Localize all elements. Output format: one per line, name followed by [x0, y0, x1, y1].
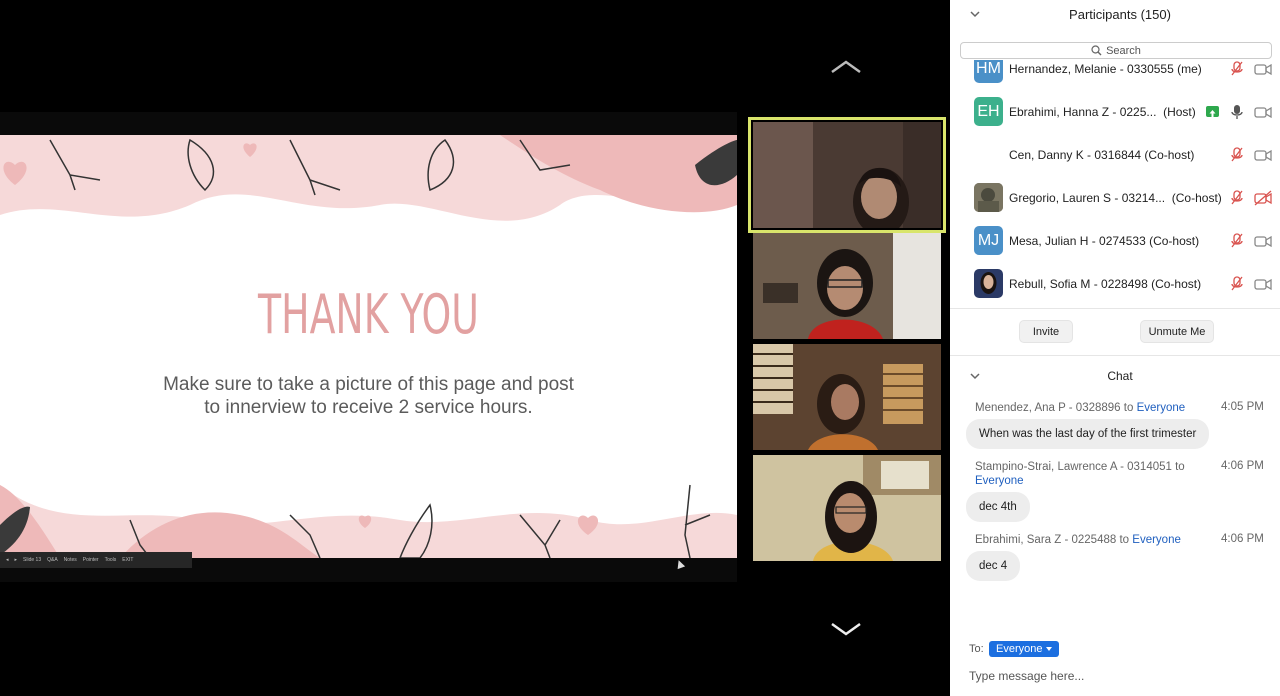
slide-body-line2: to innerview to receive 2 service hours. [204, 397, 533, 418]
avatar: MJ [974, 226, 1003, 255]
chat-to: to [1175, 461, 1185, 473]
slide-body-line1: Make sure to take a picture of this page… [163, 374, 574, 395]
toolbar-pointer[interactable]: Pointer [83, 557, 99, 563]
participant-role: (Host) [1163, 105, 1196, 119]
chat-to-label: To: [969, 643, 984, 655]
scroll-up-chevron-icon[interactable] [830, 58, 862, 76]
invite-button[interactable]: Invite [1019, 320, 1073, 343]
toolbar-tools[interactable]: Tools [105, 557, 117, 563]
participant-name-text: Gregorio, Lauren S - 03214... [1009, 191, 1166, 205]
participant-row[interactable]: Rebull, Sofia M - 0228498 (Co-host) [950, 264, 1280, 304]
mic-muted-icon[interactable] [1230, 276, 1244, 292]
avatar [974, 269, 1003, 298]
chat-title: Chat [1107, 369, 1133, 383]
avatar [974, 183, 1003, 212]
chat-message-bubble: When was the last day of the first trime… [966, 419, 1210, 449]
camera-icon[interactable] [1254, 276, 1272, 292]
camera-icon[interactable] [1254, 61, 1272, 77]
toolbar-qa[interactable]: Q&A [47, 557, 58, 563]
mic-muted-icon[interactable] [1230, 61, 1244, 77]
participants-header: Participants (150) [950, 0, 1280, 30]
divider [950, 355, 1280, 356]
video-thumbnail-3[interactable] [753, 344, 941, 450]
divider [950, 308, 1280, 309]
presentation-slide: Thank you Make sure to take a picture of… [0, 135, 737, 558]
search-icon [1091, 45, 1102, 56]
mic-muted-icon[interactable] [1230, 147, 1244, 163]
camera-icon[interactable] [1254, 233, 1272, 249]
participant-name: Hernandez, Melanie - 0330555 (me) [1009, 62, 1202, 76]
scroll-down-chevron-icon[interactable] [830, 620, 862, 638]
toolbar-slide[interactable]: Slide 13 [23, 557, 41, 563]
participant-video-3 [753, 344, 941, 450]
chat-recipient[interactable]: Everyone [1132, 534, 1181, 546]
chat-sender: Ebrahimi, Sara Z - 0225488 [975, 534, 1117, 546]
chat-time: 4:05 PM [1221, 401, 1264, 413]
chat-message-meta: Stampino-Strai, Lawrence A - 0314051 to … [975, 460, 1195, 488]
chat-message-bubble: dec 4 [966, 551, 1021, 581]
chat-recipient-value: Everyone [996, 643, 1043, 655]
video-thumbnail-2[interactable] [753, 233, 941, 339]
participant-name: Cen, Danny K - 0316844 (Co-host) [1009, 148, 1195, 162]
mic-muted-icon[interactable] [1230, 190, 1244, 206]
participants-list: HM Hernandez, Melanie - 0330555 (me) EH … [950, 60, 1280, 308]
chat-time: 4:06 PM [1221, 533, 1264, 545]
participant-name: Ebrahimi, Hanna Z - 0225... (Host) [1009, 105, 1196, 119]
participant-row[interactable]: MJ Mesa, Julian H - 0274533 (Co-host) [950, 221, 1280, 261]
toolbar-next-icon[interactable]: ▸ [15, 557, 18, 563]
mic-icon[interactable] [1230, 104, 1244, 120]
video-thumbnail-1[interactable] [748, 117, 946, 233]
participant-name-text: Ebrahimi, Hanna Z - 0225... [1009, 105, 1157, 119]
chat-recipient-dropdown[interactable]: Everyone [989, 641, 1060, 657]
unmute-me-button[interactable]: Unmute Me [1140, 320, 1214, 343]
participants-search-input[interactable]: Search [960, 42, 1272, 59]
camera-off-icon[interactable] [1254, 190, 1272, 206]
slide-body: Make sure to take a picture of this page… [0, 373, 737, 419]
toolbar-prev-icon[interactable]: ◂ [6, 557, 9, 563]
participant-video-4 [753, 455, 941, 561]
participant-name: Gregorio, Lauren S - 03214... (Co-host) [1009, 191, 1222, 205]
participant-row[interactable]: EH Ebrahimi, Hanna Z - 0225... (Host) [950, 92, 1280, 132]
chat-message-bubble: dec 4th [966, 492, 1030, 522]
participant-name: Rebull, Sofia M - 0228498 (Co-host) [1009, 277, 1202, 291]
chat-sender: Stampino-Strai, Lawrence A - 0314051 [975, 461, 1172, 473]
chat-message-meta: Menendez, Ana P - 0328896 to Everyone [975, 401, 1195, 415]
chat-to: to [1123, 402, 1134, 414]
slide-title-wrap: Thank you [0, 280, 737, 350]
participant-video-1 [753, 122, 941, 228]
participant-row[interactable]: Gregorio, Lauren S - 03214... (Co-host) [950, 178, 1280, 218]
participant-video-2 [753, 233, 941, 339]
toolbar-exit[interactable]: EXIT [122, 557, 133, 563]
dropdown-caret-icon [1046, 647, 1053, 651]
mic-muted-icon[interactable] [1230, 233, 1244, 249]
participant-role: (Co-host) [1171, 191, 1222, 205]
camera-icon[interactable] [1254, 104, 1272, 120]
video-thumbnail-4[interactable] [753, 455, 941, 561]
video-area: Thank you Make sure to take a picture of… [0, 0, 950, 696]
chat-time: 4:06 PM [1221, 460, 1264, 472]
participant-row[interactable]: HM Hernandez, Melanie - 0330555 (me) [950, 60, 1280, 89]
chat-sender: Menendez, Ana P - 0328896 [975, 402, 1121, 414]
side-panel: Participants (150) Search HM Hernandez, … [950, 0, 1280, 696]
slide-title: Thank you [258, 283, 479, 346]
participant-row[interactable]: Cen, Danny K - 0316844 (Co-host) [950, 135, 1280, 175]
participants-title: Participants (150) [1069, 7, 1171, 22]
chat-to: to [1119, 534, 1130, 546]
avatar: EH [974, 97, 1003, 126]
chat-recipient[interactable]: Everyone [975, 475, 1024, 487]
chat-recipient[interactable]: Everyone [1137, 402, 1186, 414]
presenter-toolbar[interactable]: ◂ ▸ Slide 13 Q&A Notes Pointer Tools EXI… [0, 552, 192, 568]
camera-icon[interactable] [1254, 147, 1272, 163]
chat-message-input[interactable] [967, 664, 1271, 688]
screen-share-icon [1206, 106, 1219, 117]
search-placeholder: Search [1106, 44, 1141, 57]
chat-message-meta: Ebrahimi, Sara Z - 0225488 to Everyone [975, 533, 1195, 547]
toolbar-notes[interactable]: Notes [64, 557, 77, 563]
participant-name: Mesa, Julian H - 0274533 (Co-host) [1009, 234, 1200, 248]
avatar: HM [974, 60, 1003, 83]
